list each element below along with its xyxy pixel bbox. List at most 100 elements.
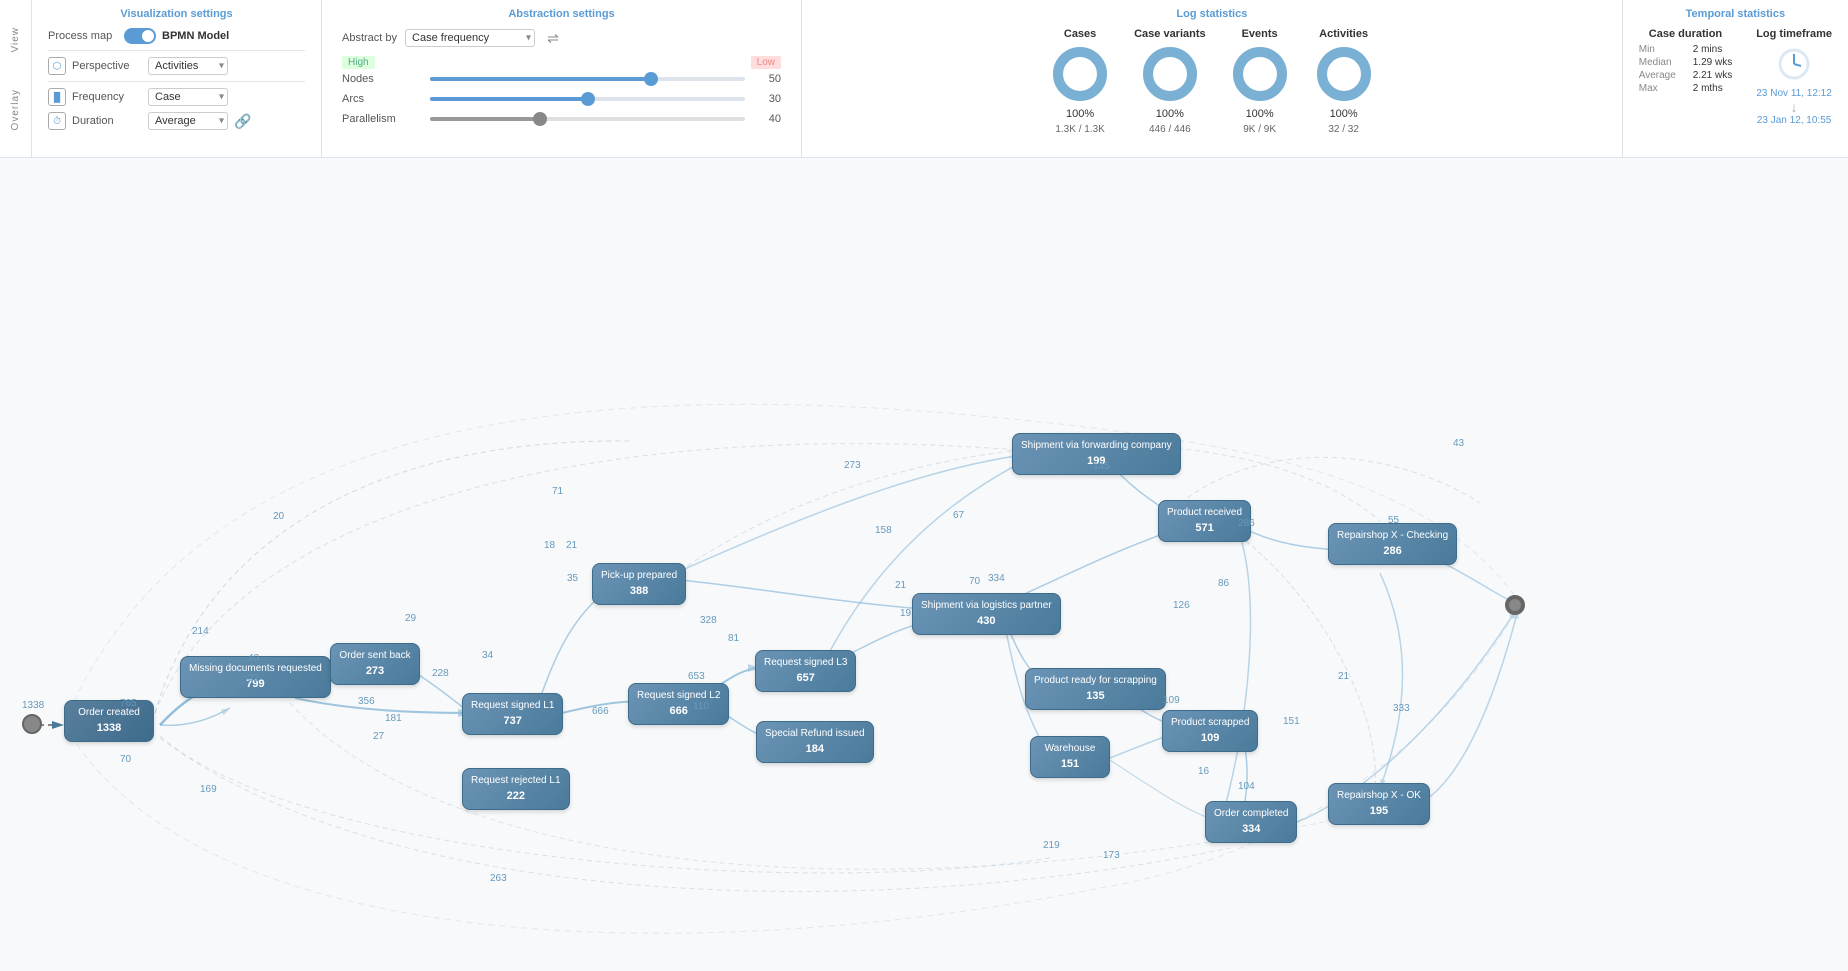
edge-label-765: 765 xyxy=(120,698,137,709)
activities-fraction: 32 / 32 xyxy=(1328,124,1359,135)
duration-icon: ⏱ xyxy=(48,112,66,130)
edge-label-104: 104 xyxy=(1238,781,1255,792)
edge-label-40: 40 xyxy=(248,653,259,664)
edge-label-334: 334 xyxy=(988,573,1005,584)
range-high-label: High xyxy=(342,56,375,69)
duration-rows: Min 2 mins Median 1.29 wks Average 2.21 … xyxy=(1639,44,1732,96)
node-order-sent-back[interactable]: Order sent back 273 xyxy=(330,643,420,685)
edge-label-214: 214 xyxy=(192,626,209,637)
frequency-select[interactable]: Case xyxy=(148,88,228,106)
top-panel: View Overlay Visualization settings Proc… xyxy=(0,0,1848,158)
edge-label-19: 19 xyxy=(900,608,911,619)
bpmn-label: BPMN Model xyxy=(162,30,229,42)
view-label: View xyxy=(10,27,21,53)
min-value: 2 mins xyxy=(1693,44,1722,55)
range-labels: High Low xyxy=(342,56,781,69)
nodes-slider-track[interactable] xyxy=(430,77,745,81)
duration-select[interactable]: Average xyxy=(148,112,228,130)
stat-events: Events 100% 9K / 9K xyxy=(1230,28,1290,135)
average-label: Average xyxy=(1639,70,1687,81)
duration-link-icon[interactable]: 🔗 xyxy=(234,113,251,130)
edge-label-18: 18 xyxy=(544,540,555,551)
node-special-refund[interactable]: Special Refund issued 184 xyxy=(756,721,874,763)
node-product-scrapped[interactable]: Product scrapped 109 xyxy=(1162,710,1258,752)
node-order-completed[interactable]: Order completed 334 xyxy=(1205,801,1297,843)
events-label: Events xyxy=(1242,28,1278,40)
start-node xyxy=(22,714,42,734)
edge-label-666: 666 xyxy=(592,706,609,717)
edge-label-328: 328 xyxy=(700,615,717,626)
node-pickup-prepared[interactable]: Pick-up prepared 388 xyxy=(592,563,686,605)
toggle-track[interactable] xyxy=(124,28,156,44)
edge-label-21b: 21 xyxy=(895,580,906,591)
range-low-label: Low xyxy=(751,56,781,69)
frequency-select-wrapper[interactable]: Case xyxy=(148,88,228,106)
edge-label-273: 273 xyxy=(844,460,861,471)
node-req-rejected-l1[interactable]: Request rejected L1 222 xyxy=(462,768,570,810)
median-value: 1.29 wks xyxy=(1693,57,1732,68)
case-variants-label: Case variants xyxy=(1134,28,1206,40)
parallelism-slider-thumb[interactable] xyxy=(533,112,547,126)
node-req-signed-l1[interactable]: Request signed L1 737 xyxy=(462,693,563,735)
median-label: Median xyxy=(1639,57,1687,68)
abstract-by-select[interactable]: Case frequency xyxy=(405,29,535,47)
timeframe-start: 23 Nov 11, 12:12 xyxy=(1756,88,1831,99)
nodes-label: Nodes xyxy=(342,73,422,85)
perspective-icon: ⬡ xyxy=(48,57,66,75)
duration-label: Duration xyxy=(72,115,142,127)
viz-settings-title: Visualization settings xyxy=(48,8,305,20)
node-shipment-logi[interactable]: Shipment via logistics partner 430 xyxy=(912,593,1061,635)
node-order-created[interactable]: Order created 1338 xyxy=(64,700,154,742)
edge-label-158: 158 xyxy=(875,525,892,536)
perspective-row: ⬡ Perspective Activities xyxy=(48,57,305,75)
arcs-value: 30 xyxy=(753,93,781,105)
stat-activities: Activities 100% 32 / 32 xyxy=(1314,28,1374,135)
node-warehouse[interactable]: Warehouse 151 xyxy=(1030,736,1110,778)
nodes-slider-row: Nodes 50 xyxy=(342,73,781,85)
cases-donut xyxy=(1050,44,1110,104)
timeframe-icon xyxy=(1774,44,1814,84)
edge-label-110: 110 xyxy=(693,701,709,712)
temporal-stats-panel: Temporal statistics Case duration Min 2 … xyxy=(1623,0,1848,157)
activities-label: Activities xyxy=(1319,28,1368,40)
edge-label-126: 126 xyxy=(1173,600,1190,611)
case-duration-item: Case duration Min 2 mins Median 1.29 wks… xyxy=(1639,28,1732,126)
edge-label-169: 169 xyxy=(200,784,217,795)
abstract-by-row: Abstract by Case frequency ⇌ xyxy=(342,28,781,48)
parallelism-slider-track[interactable] xyxy=(430,117,745,121)
edge-label-55: 55 xyxy=(1388,515,1399,526)
node-repairshop-ok[interactable]: Repairshop X - OK 195 xyxy=(1328,783,1430,825)
arcs-slider-track[interactable] xyxy=(430,97,745,101)
edge-label-21c: 21 xyxy=(1338,671,1349,682)
events-fraction: 9K / 9K xyxy=(1243,124,1276,135)
abstract-by-select-wrapper[interactable]: Case frequency xyxy=(405,29,535,47)
process-map-canvas[interactable]: Order created 1338 Missing documents req… xyxy=(0,158,1848,971)
arcs-slider-thumb[interactable] xyxy=(581,92,595,106)
edge-label-86: 86 xyxy=(1218,578,1229,589)
case-duration-label: Case duration xyxy=(1649,28,1722,40)
edge-label-151: 151 xyxy=(1283,716,1300,727)
perspective-select-wrapper[interactable]: Activities xyxy=(148,57,228,75)
frequency-label: Frequency xyxy=(72,91,142,103)
temporal-items: Case duration Min 2 mins Median 1.29 wks… xyxy=(1639,28,1832,126)
node-product-ready-scrap[interactable]: Product ready for scrapping 135 xyxy=(1025,668,1166,710)
max-label: Max xyxy=(1639,83,1687,94)
edge-label-22: 22 xyxy=(248,673,259,684)
edge-label-653: 653 xyxy=(688,671,705,682)
abstract-by-label: Abstract by xyxy=(342,32,397,44)
node-req-signed-l2[interactable]: Request signed L2 666 xyxy=(628,683,729,725)
bpmn-toggle[interactable] xyxy=(124,28,156,44)
duration-select-wrapper[interactable]: Average xyxy=(148,112,228,130)
node-req-signed-l3[interactable]: Request signed L3 657 xyxy=(755,650,856,692)
perspective-select[interactable]: Activities xyxy=(148,57,228,75)
edges-svg xyxy=(0,158,1848,971)
edge-label-43: 43 xyxy=(1453,438,1464,449)
cases-label: Cases xyxy=(1064,28,1096,40)
nodes-slider-thumb[interactable] xyxy=(644,72,658,86)
adjust-icon[interactable]: ⇌ xyxy=(543,28,563,48)
activities-donut xyxy=(1314,44,1374,104)
abstraction-settings-panel: Abstraction settings Abstract by Case fr… xyxy=(322,0,802,157)
node-repairshop-checking[interactable]: Repairshop X - Checking 286 xyxy=(1328,523,1457,565)
arcs-label: Arcs xyxy=(342,93,422,105)
edge-label-29: 29 xyxy=(405,613,416,624)
